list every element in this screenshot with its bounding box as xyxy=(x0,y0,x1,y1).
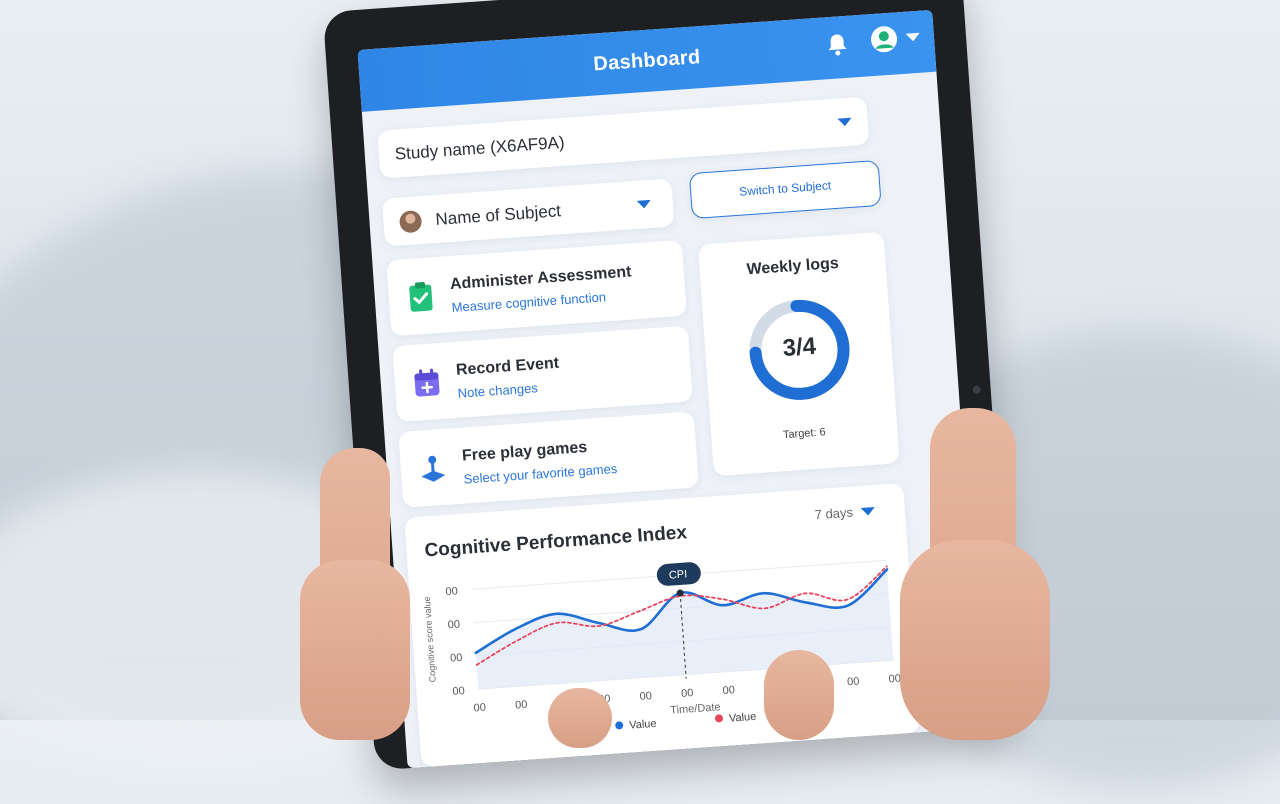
marker-label: CPI xyxy=(669,568,688,581)
legend-swatch xyxy=(615,721,624,730)
switch-button-label: Switch to Subject xyxy=(738,178,832,199)
camera-dot xyxy=(972,385,981,394)
y-tick-label: 00 xyxy=(447,619,460,632)
x-tick-label: 00 xyxy=(722,684,735,697)
x-tick-label: 00 xyxy=(639,690,652,703)
y-axis-label: Cognitive score value xyxy=(422,596,438,683)
action-subtitle: Note changes xyxy=(457,380,539,401)
range-selector[interactable]: 7 days xyxy=(814,505,853,523)
record-event-card[interactable]: Record Event Note changes xyxy=(392,325,693,423)
weekly-target: Target: 6 xyxy=(782,426,827,442)
action-subtitle: Select your favorite games xyxy=(463,460,618,487)
chevron-down-icon[interactable] xyxy=(905,32,921,42)
avatar xyxy=(398,209,423,234)
joystick-icon xyxy=(421,455,446,482)
study-name: Study name (X6AF9A) xyxy=(394,132,566,164)
action-subtitle: Measure cognitive function xyxy=(451,289,607,316)
weekly-logs-card: Weekly logs 3/4 Target: 6 xyxy=(697,231,900,477)
action-title: Record Event xyxy=(455,354,560,379)
y-tick-label: 00 xyxy=(445,585,458,598)
y-tick-label: 00 xyxy=(450,652,463,665)
free-play-games-card[interactable]: Free play games Select your favorite gam… xyxy=(398,411,699,508)
bell-icon[interactable] xyxy=(825,32,849,57)
x-tick-label: 00 xyxy=(473,702,486,715)
user-avatar-icon[interactable] xyxy=(869,24,899,54)
subject-selector[interactable]: Name of Subject xyxy=(381,178,675,247)
clipboard-check-icon xyxy=(409,281,433,312)
legend-label: Value xyxy=(729,711,757,725)
legend-swatch xyxy=(714,714,723,723)
x-axis-label: Time/Date xyxy=(670,701,721,716)
y-tick-label: 00 xyxy=(452,685,465,698)
x-tick-label: 00 xyxy=(681,687,694,700)
action-title: Free play games xyxy=(461,438,588,465)
left-hand xyxy=(300,560,410,740)
chevron-down-icon[interactable] xyxy=(636,199,652,209)
app-header: Dashboard xyxy=(357,9,937,112)
app-screen: Dashboard Study name (X6AF9A) Name of Su… xyxy=(357,9,983,769)
page-title: Dashboard xyxy=(592,46,702,76)
administer-assessment-card[interactable]: Administer Assessment Measure cognitive … xyxy=(386,239,687,337)
thumb xyxy=(764,650,834,740)
weekly-logs-title: Weekly logs xyxy=(746,254,840,279)
switch-to-subject-button[interactable]: Switch to Subject xyxy=(688,159,882,220)
x-tick-label: 00 xyxy=(847,676,860,689)
subject-name: Name of Subject xyxy=(434,201,562,229)
thumb xyxy=(548,688,612,748)
right-hand xyxy=(900,540,1050,740)
calendar-add-icon xyxy=(414,368,440,397)
chevron-down-icon[interactable] xyxy=(837,117,852,127)
x-tick-label: 00 xyxy=(515,699,528,712)
cognitive-performance-card: 00 00 00 00 Cognitive score value 00 00 00 00 00 0… xyxy=(404,482,921,768)
chevron-down-icon[interactable] xyxy=(860,507,876,516)
